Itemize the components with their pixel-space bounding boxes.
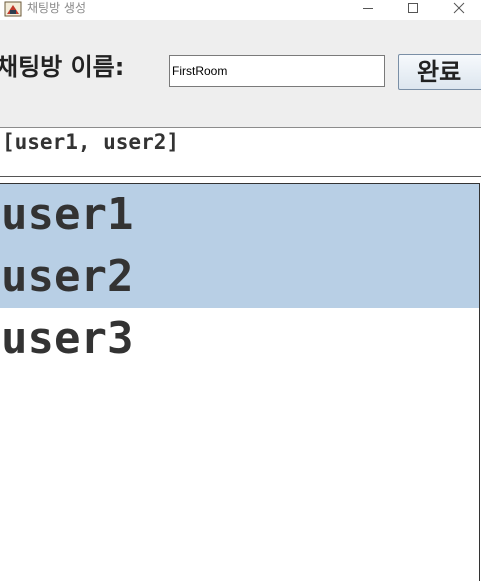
maximize-button[interactable] xyxy=(393,0,433,16)
app-icon xyxy=(4,1,22,17)
list-item[interactable]: user1 xyxy=(0,184,479,246)
minimize-icon xyxy=(363,8,373,9)
window-title: 채팅방 생성 xyxy=(27,1,87,15)
minimize-button[interactable] xyxy=(348,0,388,16)
user-list[interactable]: user1 user2 user3 xyxy=(0,183,480,581)
title-bar: 채팅방 생성 xyxy=(0,0,481,20)
close-icon xyxy=(453,2,465,14)
list-item[interactable]: user2 xyxy=(0,246,479,308)
done-button[interactable]: 완료 xyxy=(398,54,481,90)
divider xyxy=(0,176,481,177)
list-item[interactable]: user3 xyxy=(0,308,479,370)
room-name-input[interactable] xyxy=(169,55,385,87)
room-name-label: 채팅방 이름: xyxy=(0,53,125,81)
maximize-icon xyxy=(408,3,418,13)
close-button[interactable] xyxy=(439,0,479,16)
divider xyxy=(0,127,481,128)
selected-users-text: [user1, user2] xyxy=(2,130,180,154)
